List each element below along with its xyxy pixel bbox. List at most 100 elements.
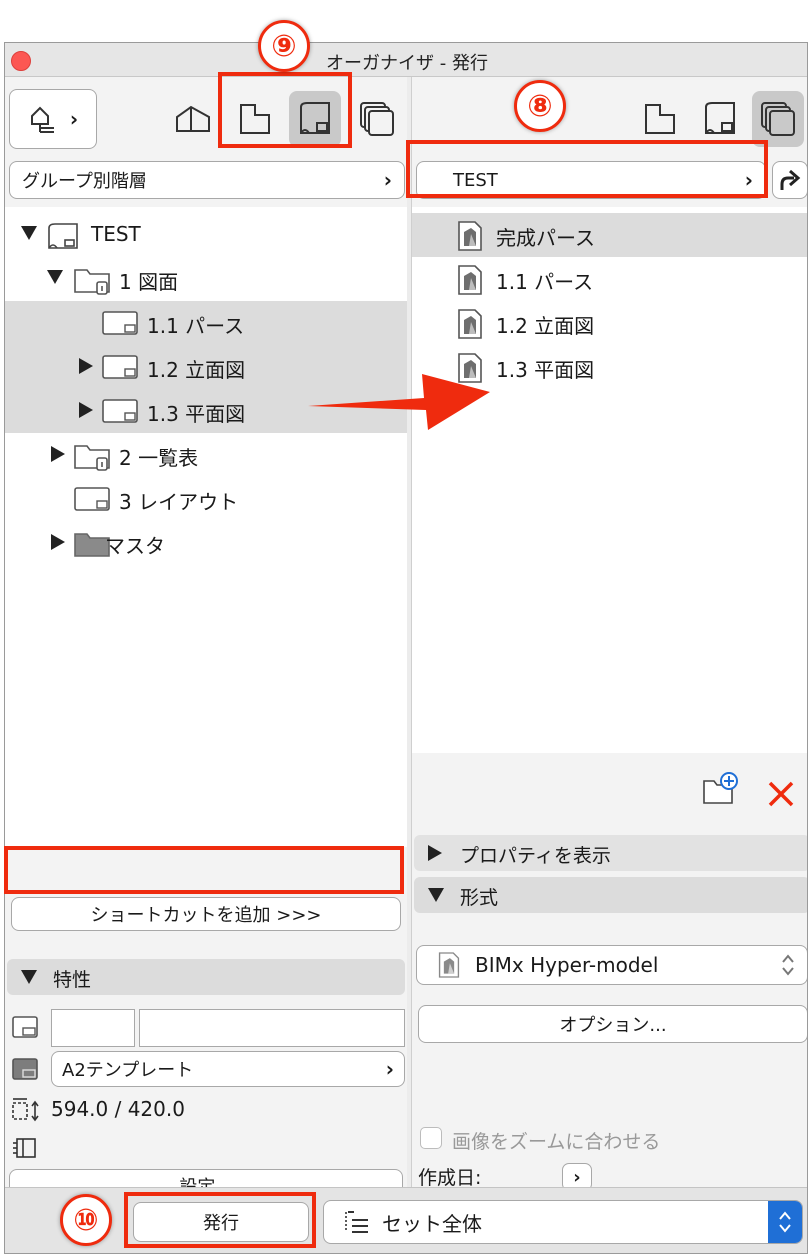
- dropdown-stepper: [768, 1201, 802, 1243]
- stacked-sheets-icon: [360, 102, 394, 136]
- collapse-arrow-icon: [428, 888, 444, 902]
- publisher-item-1-1[interactable]: 1.1 パース: [412, 257, 807, 301]
- layout-name-field[interactable]: [139, 1009, 405, 1047]
- add-shortcut-label: ショートカットを追加 >>>: [90, 905, 322, 926]
- delete-icon[interactable]: [766, 779, 796, 809]
- publish-scope-value: セット全体: [382, 1211, 482, 1236]
- created-date-label: 作成日:: [418, 1167, 482, 1189]
- add-shortcut-button[interactable]: ショートカットを追加 >>>: [11, 897, 401, 931]
- publisher-item-label: 1.1 パース: [496, 270, 594, 294]
- master-layout-value: A2テンプレート: [62, 1060, 194, 1081]
- highlight-box-publisher-set: [406, 140, 768, 198]
- tree-row-label: TEST: [91, 222, 141, 246]
- tree-view-mode-label: グループ別階層: [22, 171, 147, 192]
- layout-size-value: 594.0 / 420.0: [51, 1097, 185, 1121]
- format-value: BIMx Hyper-model: [475, 953, 659, 977]
- chevron-right-icon: ›: [573, 1166, 581, 1188]
- stacked-sheets-icon: [761, 102, 795, 136]
- tree-row-label: 1.1 パース: [147, 314, 245, 338]
- tree-row-label: 1.3 平面図: [147, 402, 246, 426]
- right-publisher-sets-tab[interactable]: [752, 91, 804, 147]
- publisher-item-1-2[interactable]: 1.2 立面図: [412, 301, 807, 345]
- up-down-arrows-icon: [779, 1211, 791, 1233]
- chevron-right-icon: ›: [383, 168, 392, 192]
- drag-arrow-icon: [308, 374, 490, 430]
- layout-icon: [102, 355, 138, 379]
- publisher-pane: TEST › 完成パース 1.1 パース 1.2 立面図 1.3 平面図 プロパ…: [411, 77, 807, 1191]
- bimx-file-icon: [458, 265, 482, 295]
- publisher-item-label: 1.2 立面図: [496, 314, 595, 338]
- zoom-to-fit-label: 画像をズームに合わせる: [452, 1131, 661, 1153]
- tree-row-masters[interactable]: マスタ: [5, 521, 407, 565]
- view-icon: [645, 104, 675, 134]
- master-layout-icon: [12, 1058, 38, 1080]
- options-button[interactable]: オプション...: [418, 1005, 807, 1043]
- show-properties-header[interactable]: プロパティを表示: [414, 835, 807, 871]
- format-dropdown[interactable]: BIMx Hyper-model: [416, 945, 807, 985]
- chevron-right-icon: ›: [69, 107, 79, 131]
- title-bar: オーガナイザ - 発行: [5, 43, 807, 77]
- house-icon: [176, 105, 210, 132]
- tree-row-label: マスタ: [105, 534, 165, 558]
- expand-arrow-icon[interactable]: [51, 446, 65, 462]
- layout-id-field[interactable]: [51, 1009, 135, 1047]
- highlight-box-publish: [124, 1192, 316, 1248]
- layout-icon: [74, 487, 110, 511]
- project-book-icon: [48, 223, 78, 249]
- bimx-file-icon: [458, 221, 482, 251]
- tree-row-drawings[interactable]: 1 図面: [5, 257, 407, 301]
- collapse-arrow-icon[interactable]: [21, 226, 37, 240]
- tree-row-test[interactable]: TEST: [5, 213, 407, 257]
- properties-section-header[interactable]: 特性: [7, 959, 405, 995]
- highlight-box-layout-tab: [218, 72, 352, 148]
- annotation-number-9: ⑨: [258, 20, 310, 72]
- tree-list-icon: [345, 1211, 368, 1233]
- tree-row-schedules[interactable]: 2 一覧表: [5, 433, 407, 477]
- layout-book-icon: [705, 102, 735, 134]
- publisher-item-kansei-perspective[interactable]: 完成パース: [412, 213, 807, 257]
- properties-header-label: 特性: [53, 969, 92, 991]
- expand-arrow-icon[interactable]: [51, 534, 65, 550]
- annotation-number-10: ⑩: [60, 1194, 112, 1246]
- tree-row-layouts[interactable]: 3 レイアウト: [5, 477, 407, 521]
- arrow-up-icon: [780, 169, 801, 190]
- source-pane: › グループ別階層 › TEST 1 図面 1.1 パース 1.2 立面図 1.…: [5, 77, 407, 1203]
- publisher-item-list: 完成パース 1.1 パース 1.2 立面図 1.3 平面図: [412, 207, 807, 753]
- master-layout-dropdown[interactable]: A2テンプレート ›: [51, 1051, 405, 1087]
- project-map-icon: [30, 106, 54, 133]
- collapse-arrow-icon: [21, 970, 37, 984]
- collapse-arrow-icon[interactable]: [47, 270, 63, 284]
- show-properties-label: プロパティを表示: [460, 845, 611, 867]
- tree-row-layout-1-1[interactable]: 1.1 パース: [5, 301, 407, 345]
- tree-row-label: 1 図面: [119, 270, 179, 294]
- tree-source-button[interactable]: ›: [9, 89, 97, 149]
- tree-view-mode-dropdown[interactable]: グループ別階層 ›: [9, 161, 405, 199]
- folder-icon: [74, 445, 110, 471]
- tree-row-label: 2 一覧表: [119, 446, 199, 470]
- new-folder-icon[interactable]: [702, 771, 740, 807]
- annotation-number-8: ⑧: [514, 80, 566, 132]
- chevron-right-icon: ›: [385, 1057, 394, 1081]
- expand-arrow-icon[interactable]: [79, 402, 93, 418]
- options-label: オプション...: [559, 1015, 667, 1036]
- folder-icon: [74, 269, 110, 295]
- publish-scope-dropdown[interactable]: セット全体: [323, 1200, 803, 1244]
- format-section-header[interactable]: 形式: [414, 877, 807, 913]
- bimx-file-icon: [458, 309, 482, 339]
- layout-icon: [102, 399, 138, 423]
- right-view-map-tab[interactable]: [634, 91, 686, 147]
- go-up-button[interactable]: [772, 161, 807, 199]
- publisher-item-label: 1.3 平面図: [496, 358, 595, 382]
- layout-id-icon: [12, 1016, 38, 1038]
- publisher-sets-tab[interactable]: [351, 91, 403, 147]
- zoom-to-fit-checkbox[interactable]: [420, 1127, 442, 1149]
- layout-tree: TEST 1 図面 1.1 パース 1.2 立面図 1.3 平面図 2 一覧表 …: [5, 207, 407, 847]
- right-layout-book-tab[interactable]: [694, 91, 746, 147]
- publisher-item-label: 完成パース: [496, 226, 595, 250]
- layout-icon: [102, 311, 138, 335]
- bimx-file-icon: [438, 952, 460, 978]
- size-icon: [12, 1098, 39, 1122]
- up-down-arrows-icon: [782, 954, 794, 976]
- project-map-tab[interactable]: [167, 91, 219, 147]
- expand-arrow-icon[interactable]: [79, 358, 93, 374]
